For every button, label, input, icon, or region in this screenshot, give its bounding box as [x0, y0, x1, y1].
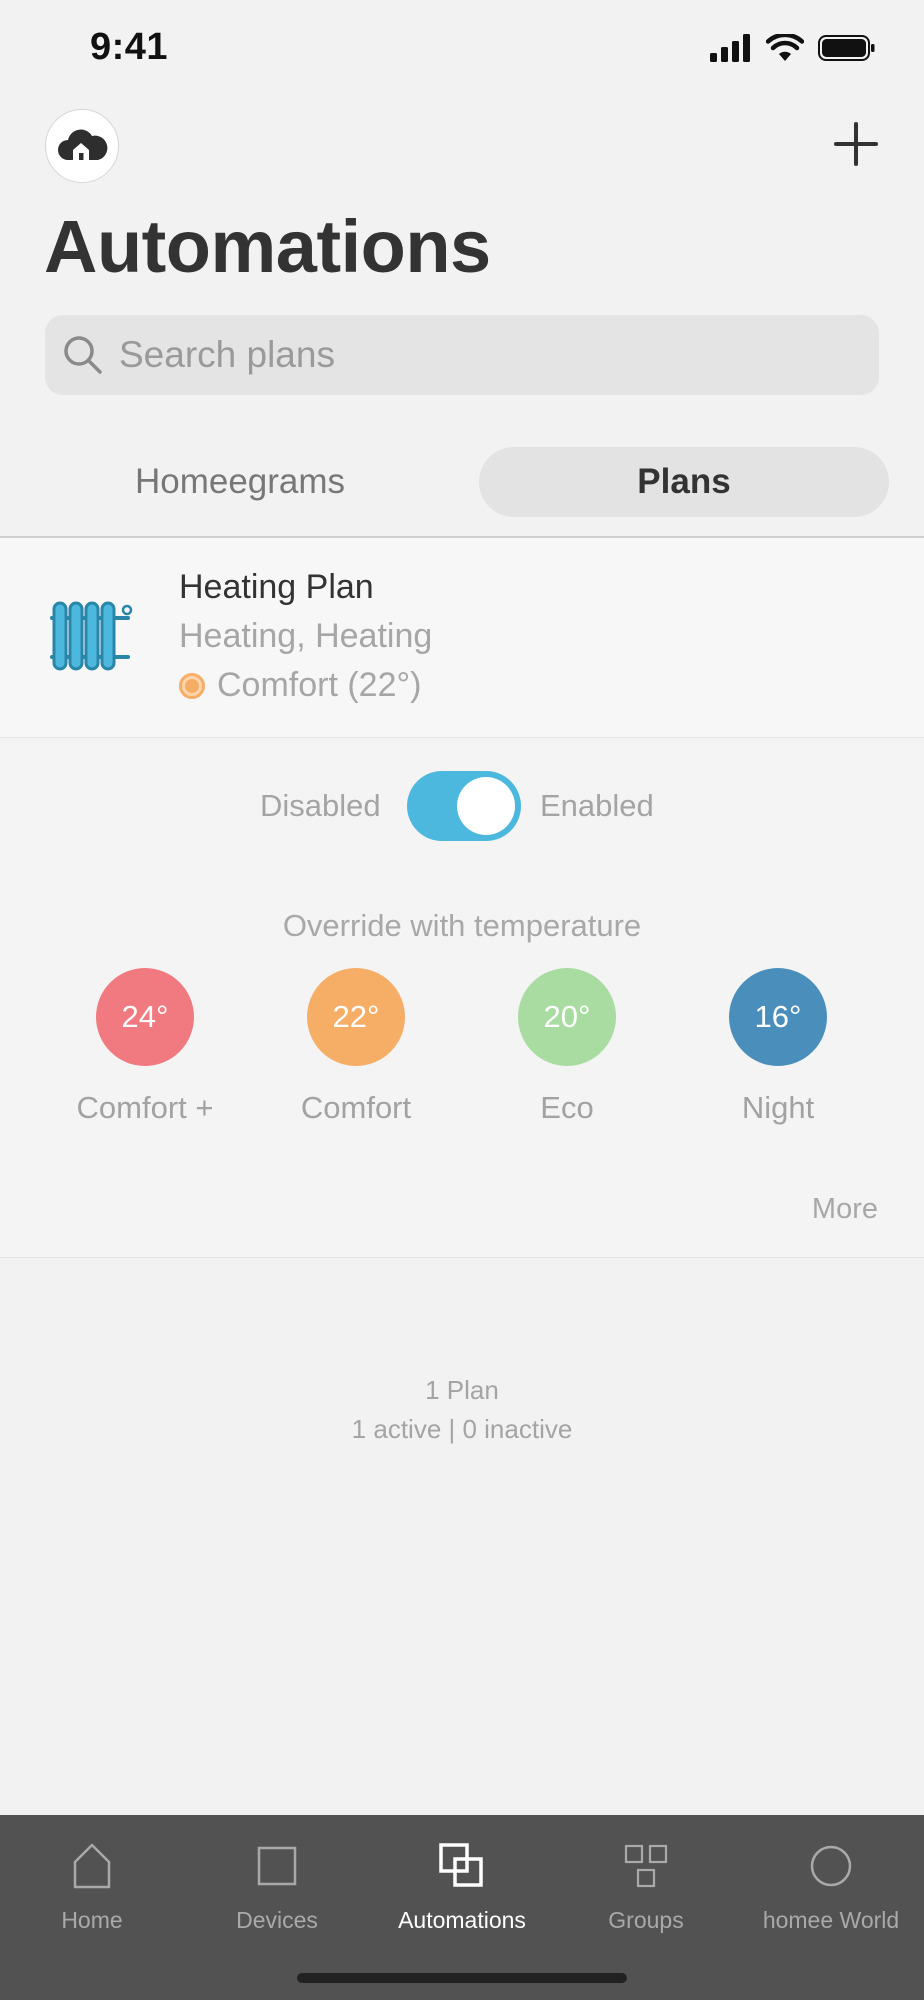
- plus-icon: [834, 122, 878, 166]
- groups-icon: [624, 1844, 668, 1888]
- add-plan-button[interactable]: [830, 118, 882, 170]
- tabbar-label-automations: Automations: [398, 1907, 526, 1933]
- plan-count: 1 Plan: [425, 1375, 499, 1405]
- plan-status-text: Comfort (22°): [217, 666, 422, 704]
- toggle-knob: [457, 777, 515, 835]
- more-link[interactable]: More: [812, 1193, 878, 1226]
- plan-status: Comfort (22°): [179, 666, 421, 705]
- tabbar-item-automations[interactable]: Automations: [370, 1815, 554, 1955]
- plan-active-summary: 1 active | 0 inactive: [351, 1414, 573, 1444]
- tabbar-label-groups: Groups: [608, 1907, 684, 1933]
- temp-night-button[interactable]: 16°: [729, 968, 827, 1066]
- search-bar[interactable]: [45, 315, 879, 395]
- automations-icon: [439, 1843, 483, 1887]
- tabbar-item-home[interactable]: Home: [0, 1815, 184, 1955]
- temp-comfort-button[interactable]: 22°: [307, 968, 405, 1066]
- status-time: 9:41: [90, 26, 169, 68]
- tab-homeegrams[interactable]: Homeegrams: [40, 447, 440, 517]
- home-icon: [73, 1843, 111, 1889]
- tabbar-item-homee-world[interactable]: homee World: [739, 1815, 923, 1955]
- plan-subtitle: Heating, Heating: [179, 617, 433, 655]
- temp-comfort-label: Comfort: [300, 1090, 412, 1125]
- tabbar-label-home: Home: [61, 1907, 123, 1933]
- search-input[interactable]: [117, 333, 821, 377]
- search-icon: [64, 336, 102, 374]
- status-dot-icon: [179, 672, 205, 699]
- temp-night-label: Night: [741, 1090, 815, 1125]
- override-label: Override with temperature: [282, 908, 642, 943]
- plan-title: Heating Plan: [179, 568, 374, 606]
- page-title: Automations: [44, 205, 491, 288]
- tabbar-item-devices[interactable]: Devices: [185, 1815, 369, 1955]
- tab-plans[interactable]: Plans: [479, 447, 889, 517]
- battery-icon: [818, 35, 875, 61]
- radiator-icon: [48, 600, 134, 677]
- status-icons: [710, 34, 876, 62]
- tabbar-item-groups[interactable]: Groups: [554, 1815, 738, 1955]
- temp-eco-label: Eco: [540, 1090, 594, 1125]
- plan-card[interactable]: [0, 538, 924, 738]
- cellular-signal-icon: [710, 34, 750, 62]
- temp-comfort-plus-button[interactable]: 24°: [96, 968, 194, 1066]
- homee-world-icon: [810, 1845, 852, 1887]
- enabled-label: Enabled: [540, 788, 654, 823]
- wifi-icon: [766, 34, 804, 61]
- cloud-home-button[interactable]: [45, 109, 119, 183]
- disabled-label: Disabled: [260, 788, 381, 823]
- cloud-home-icon: [58, 129, 108, 160]
- plan-enable-toggle[interactable]: [407, 771, 521, 841]
- temp-eco-button[interactable]: 20°: [518, 968, 616, 1066]
- temp-comfort-plus-label: Comfort +: [76, 1090, 214, 1125]
- tabbar-label-homee-world: homee World: [762, 1907, 900, 1933]
- devices-icon: [257, 1846, 297, 1886]
- home-indicator: [297, 1973, 627, 1983]
- tabbar-label-devices: Devices: [236, 1907, 318, 1933]
